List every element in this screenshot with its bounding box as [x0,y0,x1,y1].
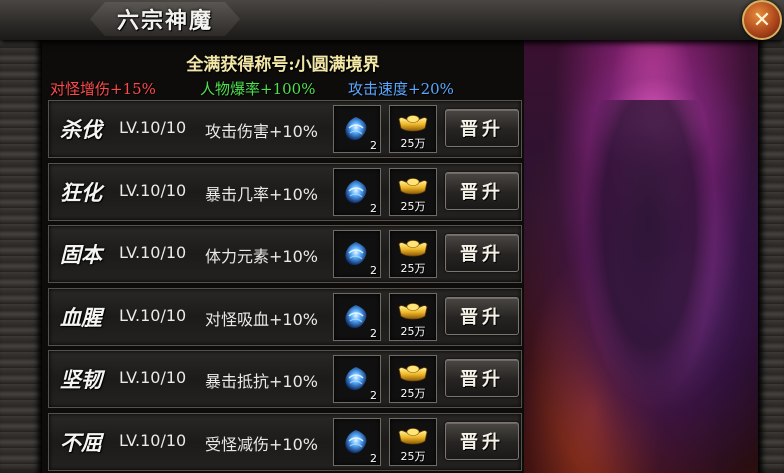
gold-cost-slot[interactable]: 25万 [389,167,437,216]
skill-level: LV.10/10 [119,305,187,325]
skill-name: 杀伐 [60,117,102,142]
gem-cost-slot[interactable]: 2 [333,167,381,216]
skill-effect: 对怪吸血+10% [205,309,318,329]
skill-effect: 暴击几率+10% [205,184,318,204]
gem-cost-slot[interactable]: 2 [333,105,381,153]
window-title: 六宗神魔 [116,8,213,34]
gold-count: 25万 [400,199,426,213]
skill-row: 固本 LV.10/10 体力元素+10% 2 25万 晋升 [48,225,522,283]
gold-cost-slot[interactable]: 25万 [389,417,437,466]
bonus-drop-rate: 人物爆率+100% [200,80,316,98]
skill-effect: 受怪减伤+10% [205,434,318,454]
gem-count: 2 [370,139,377,152]
skill-row: 不屈 LV.10/10 受怪减伤+10% 2 25万 晋升 [48,412,522,471]
gold-count: 25万 [400,262,426,275]
main-panel: 全满获得称号:小圆满境界 对怪增伤+15% 人物爆率+100% 攻击速度+20%… [42,40,758,473]
gold-cost-slot[interactable]: 25万 [389,355,437,403]
gold-ingot-icon [398,177,428,194]
gold-cost-slot[interactable]: 25万 [389,230,437,278]
skill-row: 杀伐 LV.10/10 攻击伤害+10% 2 25万 晋升 [48,100,522,158]
gem-cost-slot[interactable]: 2 [333,417,381,466]
gem-count: 2 [370,264,377,277]
skill-name: 坚韧 [60,367,102,392]
skill-effect: 暴击抵抗+10% [205,372,318,391]
skill-name: 固本 [60,242,102,267]
skill-name: 不屈 [60,429,102,455]
title-bar: 六宗神魔 ✕ [0,0,784,40]
gold-ingot-icon [398,302,428,319]
upgrade-button[interactable]: 晋升 [445,109,519,147]
upgrade-button[interactable]: 晋升 [445,171,519,210]
gold-count: 25万 [400,137,426,150]
blue-gem-icon [345,179,367,203]
skill-name: 血腥 [60,304,102,330]
gold-ingot-icon [398,240,428,257]
gem-cost-slot[interactable]: 2 [333,292,381,341]
skill-effect: 体力元素+10% [205,247,318,266]
blue-gem-icon [345,429,367,453]
gem-cost-slot[interactable]: 2 [333,355,381,403]
skill-row: 狂化 LV.10/10 暴击几率+10% 2 25万 晋升 [48,162,522,221]
skill-name: 狂化 [60,179,102,205]
blue-gem-icon [345,117,367,141]
demon-artwork [524,40,758,473]
blue-gem-icon [345,242,367,266]
upgrade-button[interactable]: 晋升 [445,234,519,272]
gem-count: 2 [370,389,377,402]
blue-gem-icon [345,304,367,328]
title-plate: 六宗神魔 [90,2,240,36]
gold-ingot-icon [398,365,428,382]
stone-border-right [758,0,784,473]
gold-cost-slot[interactable]: 25万 [389,105,437,153]
gem-count: 2 [370,201,377,215]
upgrade-button[interactable]: 晋升 [445,359,519,397]
completion-title: 全满获得称号:小圆满境界 [186,55,380,75]
skill-effect: 攻击伤害+10% [205,122,318,141]
gold-count: 25万 [400,324,426,338]
gold-count: 25万 [400,449,426,463]
gold-count: 25万 [400,387,426,400]
blue-gem-icon [345,367,367,391]
skill-level: LV.10/10 [119,243,187,262]
skill-level: LV.10/10 [119,180,187,200]
bonus-attack-speed: 攻击速度+20% [348,80,454,98]
bonus-damage: 对怪增伤+15% [50,80,156,98]
gem-cost-slot[interactable]: 2 [333,230,381,278]
demon-figure [584,100,714,400]
gem-count: 2 [370,326,377,340]
skill-level: LV.10/10 [119,368,187,387]
upgrade-button[interactable]: 晋升 [445,421,519,460]
title-bonus-header: 全满获得称号:小圆满境界 对怪增伤+15% 人物爆率+100% 攻击速度+20% [42,44,524,100]
gold-ingot-icon [398,115,428,132]
gold-ingot-icon [398,427,428,444]
skill-row: 血腥 LV.10/10 对怪吸血+10% 2 25万 晋升 [48,287,522,346]
gem-count: 2 [370,451,377,465]
close-icon: ✕ [752,7,772,33]
stone-border-left [0,0,42,473]
skill-level: LV.10/10 [119,430,187,450]
upgrade-button[interactable]: 晋升 [445,296,519,335]
skill-level: LV.10/10 [119,118,187,137]
skill-row: 坚韧 LV.10/10 暴击抵抗+10% 2 25万 晋升 [48,350,522,408]
close-button[interactable]: ✕ [742,0,782,40]
gold-cost-slot[interactable]: 25万 [389,292,437,341]
